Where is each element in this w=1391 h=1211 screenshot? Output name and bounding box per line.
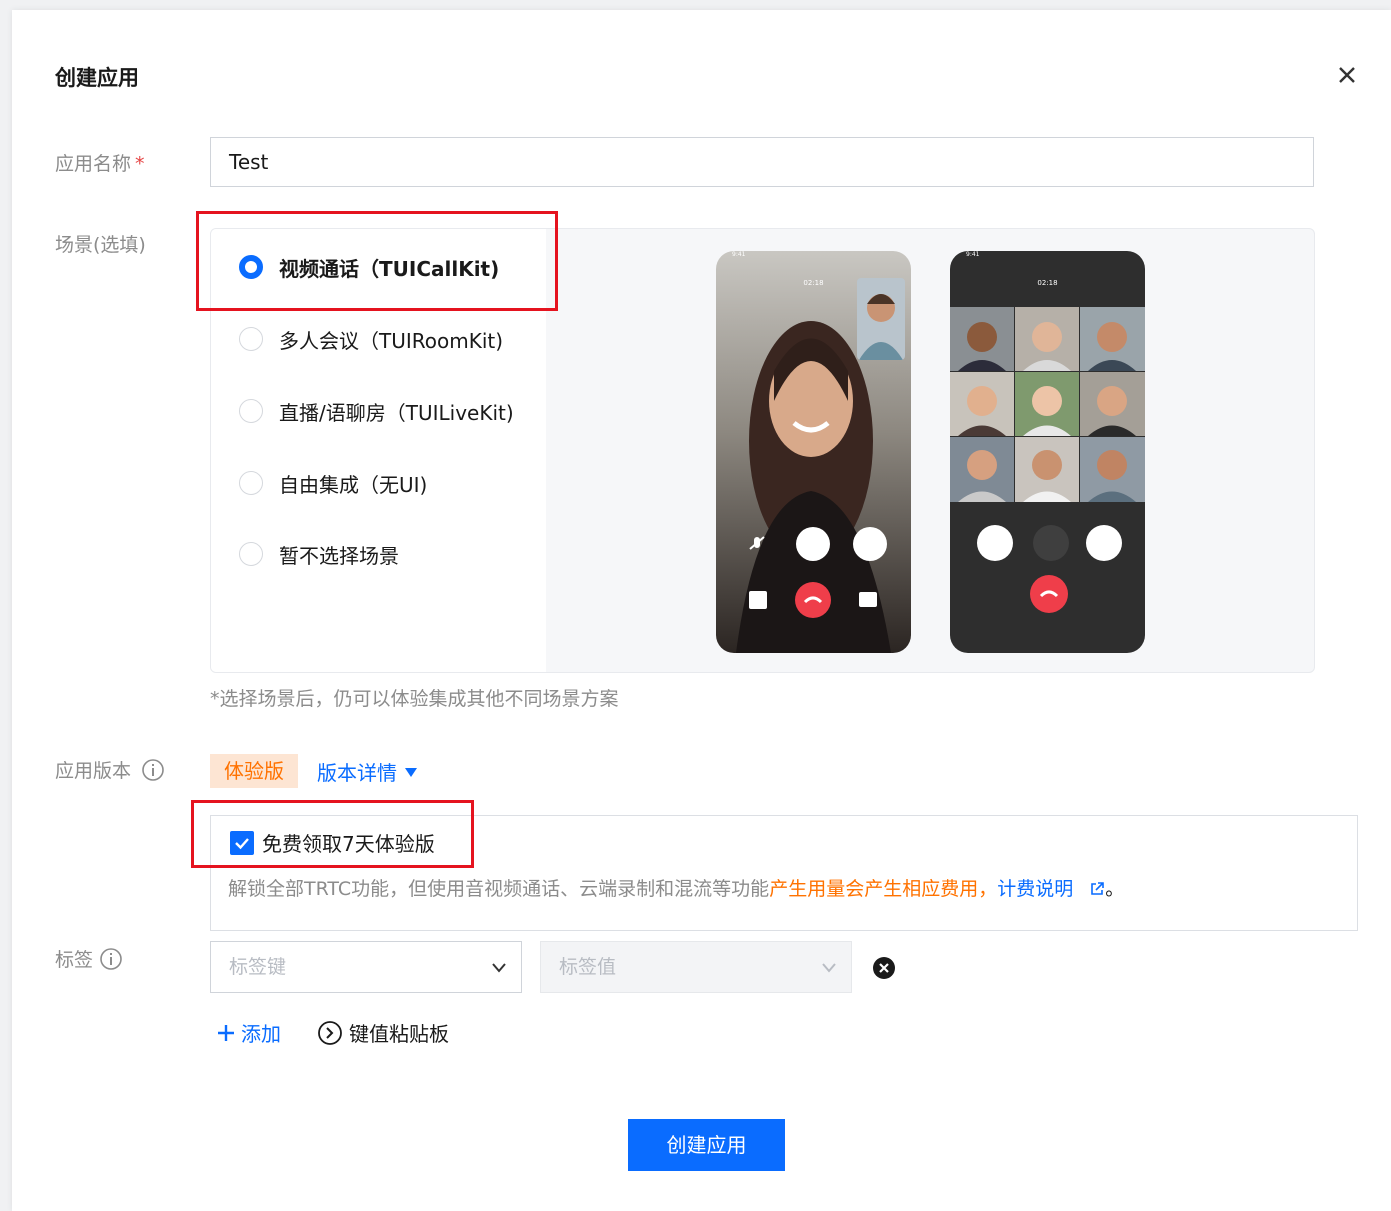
tag-label-text: 标签 — [55, 949, 94, 971]
caret-down-icon — [405, 767, 417, 777]
scene-option-label: 暂不选择场景 — [279, 543, 399, 568]
scene-option-label: 多人会议（TUIRoomKit) — [279, 328, 504, 353]
create-app-button[interactable]: 创建应用 — [628, 1119, 785, 1171]
pip-video — [857, 278, 905, 360]
close-icon[interactable] — [1334, 62, 1360, 88]
version-detail-text: 版本详情 — [317, 761, 397, 785]
required-mark: * — [135, 153, 145, 175]
radio-icon — [239, 399, 263, 423]
status-time: 9:41 — [966, 251, 980, 258]
blur-icon[interactable] — [749, 591, 767, 609]
preview-phone-group: 9:41 02:18 — [950, 251, 1145, 653]
trial-desc-end: 。 — [1105, 878, 1125, 900]
mic-icon[interactable] — [977, 525, 1013, 561]
camera-icon[interactable] — [853, 527, 887, 561]
tag-value-placeholder: 标签值 — [559, 956, 617, 978]
clipboard-link[interactable]: 键值粘贴板 — [317, 1018, 449, 1047]
app-name-label: 应用名称 * — [55, 149, 145, 176]
clipboard-link-text: 键值粘贴板 — [349, 1022, 449, 1046]
highlight-box-scene — [196, 211, 558, 311]
person-avatar-small — [859, 294, 903, 360]
version-label-text: 应用版本 — [55, 760, 132, 782]
scene-option-room[interactable]: 多人会议（TUIRoomKit) — [239, 324, 503, 354]
mic-off-icon[interactable] — [744, 531, 770, 557]
chevron-right-circle-icon — [318, 1020, 342, 1045]
scene-option-free[interactable]: 自由集成（无UI) — [239, 468, 427, 498]
chevron-down-icon — [822, 963, 836, 973]
trial-description: 解锁全部TRTC功能，但使用音视频通话、云端录制和混流等功能产生用量会产生相应费… — [228, 874, 1124, 901]
dialog-title: 创建应用 — [55, 66, 139, 90]
scene-hint: *选择场景后，仍可以体验集成其他不同场景方案 — [210, 688, 619, 710]
version-label: 应用版本 — [55, 756, 165, 783]
speaker-icon[interactable] — [796, 527, 830, 561]
plus-icon — [218, 1024, 234, 1041]
app-name-label-text: 应用名称 — [55, 153, 132, 175]
scene-option-label: 直播/语聊房（TUILiveKit) — [279, 400, 514, 425]
info-icon[interactable] — [99, 947, 123, 971]
chevron-down-icon — [492, 963, 506, 973]
scene-option-live[interactable]: 直播/语聊房（TUILiveKit) — [239, 396, 514, 426]
switch-camera-icon[interactable] — [859, 592, 877, 607]
hangup-icon[interactable] — [795, 582, 831, 618]
radio-icon — [239, 542, 263, 566]
tag-key-placeholder: 标签键 — [229, 956, 287, 978]
billing-link[interactable]: 计费说明 — [997, 878, 1073, 900]
add-tag-link[interactable]: 添加 — [216, 1018, 281, 1047]
call-timer: 02:18 — [1037, 279, 1058, 287]
scene-option-label: 自由集成（无UI) — [279, 472, 428, 497]
app-name-input[interactable]: Test — [210, 137, 1314, 187]
radio-icon — [239, 327, 263, 351]
camera-icon[interactable] — [1086, 525, 1122, 561]
add-tag-text: 添加 — [241, 1022, 281, 1046]
trial-desc-warning: 产生用量会产生相应费用， — [769, 878, 998, 900]
info-icon[interactable] — [141, 758, 165, 782]
create-app-dialog: 创建应用 应用名称 * Test 场景(选填) 视频通话（TUICallKit) … — [12, 10, 1391, 1211]
scene-label: 场景(选填) — [55, 234, 146, 256]
preview-phone-1v1: 9:41 02:18 — [716, 251, 911, 653]
speaker-off-icon[interactable] — [1033, 525, 1069, 561]
version-badge: 体验版 — [210, 754, 298, 788]
scene-option-none[interactable]: 暂不选择场景 — [239, 539, 399, 569]
version-detail-link[interactable]: 版本详情 — [317, 757, 419, 786]
trial-desc-text: 解锁全部TRTC功能，但使用音视频通话、云端录制和混流等功能 — [228, 878, 770, 900]
external-link-icon[interactable] — [1089, 881, 1105, 897]
tag-key-select[interactable]: 标签键 — [210, 941, 522, 993]
hangup-icon[interactable] — [1030, 575, 1068, 613]
remove-tag-icon[interactable] — [872, 956, 896, 980]
highlight-box-trial — [191, 800, 474, 868]
tag-label: 标签 — [55, 945, 123, 972]
participant-grid — [950, 307, 1145, 502]
tag-value-select[interactable]: 标签值 — [540, 941, 852, 993]
radio-icon — [239, 471, 263, 495]
